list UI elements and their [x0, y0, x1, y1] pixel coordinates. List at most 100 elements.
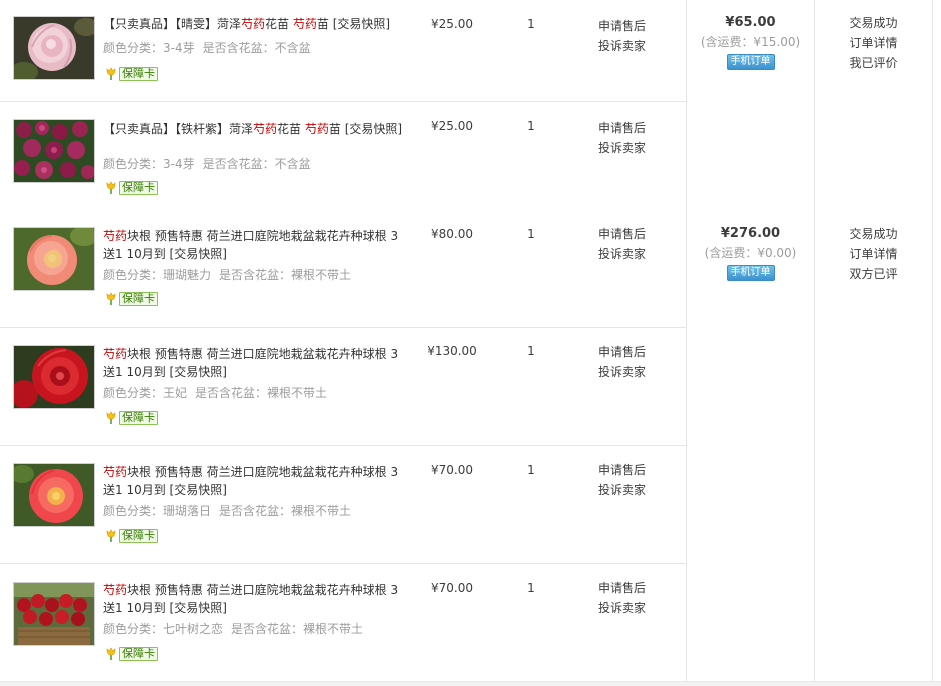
quantity: 1	[527, 17, 535, 31]
product-thumbnail[interactable]	[13, 119, 95, 183]
order-total: ¥276.00 (含运费：¥0.00) 手机订单	[687, 225, 814, 281]
sku-info: 颜色分类：七叶树之恋 是否含花盆：裸根不带土	[103, 620, 363, 638]
complain-seller-link[interactable]: 投诉卖家	[598, 598, 646, 618]
guarantee-label: 保障卡	[119, 411, 158, 425]
trade-status: 交易成功	[849, 16, 898, 30]
order-detail-link[interactable]: 订单详情	[815, 244, 932, 264]
title-text: 花苗	[277, 122, 305, 136]
product-thumbnail[interactable]	[13, 227, 95, 291]
guarantee-label: 保障卡	[119, 292, 158, 306]
apply-after-sale-link[interactable]: 申请售后	[598, 460, 646, 480]
tulip-guarantee-icon	[106, 292, 116, 305]
product-title[interactable]: 【只卖真品】【晴雯】菏泽芍药花苗 芍药苗 [交易快照]	[103, 15, 408, 33]
complain-seller-link[interactable]: 投诉卖家	[598, 36, 646, 56]
order-detail-link[interactable]: 订单详情	[815, 33, 932, 53]
order-status: 交易成功 订单详情 我已评价	[815, 13, 932, 73]
product-thumbnail[interactable]	[13, 345, 95, 409]
guarantee-label: 保障卡	[119, 181, 158, 195]
order-status: 交易成功 订单详情 双方已评	[815, 224, 932, 284]
quantity: 1	[527, 581, 535, 595]
order-2: 芍药块根 预售特惠 荷兰进口庭院地栽盆栽花卉种球根 3送1 10月到 [交易快照…	[0, 210, 941, 682]
tulip-guarantee-icon	[106, 647, 116, 660]
sku-pot: 是否含花盆：不含盆	[202, 157, 311, 171]
red-peony-photo	[14, 346, 94, 408]
title-keyword: 芍药	[292, 17, 317, 31]
sku-color: 颜色分类：王妃	[103, 386, 188, 400]
guarantee-badge[interactable]: 保障卡	[104, 647, 158, 661]
product-title[interactable]: 【只卖真品】【铁杆紫】菏泽芍药花苗 芍药苗 [交易快照]	[103, 120, 408, 138]
tulip-guarantee-icon	[106, 411, 116, 424]
unit-price: ¥80.00	[431, 227, 473, 241]
title-keyword: 芍药	[241, 17, 266, 31]
bottom-edge	[0, 681, 941, 686]
shipping-fee: (含运费：¥15.00)	[700, 35, 801, 49]
order-item: 芍药块根 预售特惠 荷兰进口庭院地栽盆栽花卉种球根 3送1 10月到 [交易快照…	[0, 210, 686, 328]
order-item: 【只卖真品】【铁杆紫】菏泽芍药花苗 芍药苗 [交易快照] 颜色分类：3-4芽 是否…	[0, 102, 686, 210]
after-sale-actions: 申请售后 投诉卖家	[598, 16, 646, 56]
total-amount: ¥276.00	[720, 226, 781, 241]
review-status-link[interactable]: 双方已评	[815, 264, 932, 284]
mobile-order-badge: 手机订单	[726, 265, 775, 281]
apply-after-sale-link[interactable]: 申请售后	[598, 16, 646, 36]
title-text: 块根 预售特惠 荷兰进口庭院地栽盆栽花卉种球根 3送1 10月到 [交易快照]	[103, 465, 399, 497]
order-total: ¥65.00 (含运费：¥15.00) 手机订单	[687, 14, 814, 70]
guarantee-badge[interactable]: 保障卡	[104, 411, 158, 425]
trade-status: 交易成功	[849, 227, 898, 241]
sku-pot: 是否含花盆：裸根不带土	[219, 268, 352, 282]
apply-after-sale-link[interactable]: 申请售后	[598, 578, 646, 598]
complain-seller-link[interactable]: 投诉卖家	[598, 244, 646, 264]
order-item: 芍药块根 预售特惠 荷兰进口庭院地栽盆栽花卉种球根 3送1 10月到 [交易快照…	[0, 328, 686, 446]
title-text: 块根 预售特惠 荷兰进口庭院地栽盆栽花卉种球根 3送1 10月到 [交易快照]	[103, 229, 399, 261]
product-title[interactable]: 芍药块根 预售特惠 荷兰进口庭院地栽盆栽花卉种球根 3送1 10月到 [交易快照…	[103, 227, 408, 263]
unit-price: ¥70.00	[431, 463, 473, 477]
complain-seller-link[interactable]: 投诉卖家	[598, 480, 646, 500]
review-status-link[interactable]: 我已评价	[815, 53, 932, 73]
guarantee-label: 保障卡	[119, 529, 158, 543]
product-title[interactable]: 芍药块根 预售特惠 荷兰进口庭院地栽盆栽花卉种球根 3送1 10月到 [交易快照…	[103, 581, 408, 617]
unit-price: ¥130.00	[427, 344, 477, 358]
sku-info: 颜色分类：珊瑚魅力 是否含花盆：裸根不带土	[103, 266, 351, 284]
divider	[932, 0, 933, 210]
guarantee-badge[interactable]: 保障卡	[104, 529, 158, 543]
shipping-fee: (含运费：¥0.00)	[704, 246, 797, 260]
guarantee-badge[interactable]: 保障卡	[104, 67, 158, 81]
title-keyword: 芍药	[103, 347, 128, 361]
product-thumbnail[interactable]	[13, 582, 95, 646]
tulip-guarantee-icon	[106, 529, 116, 542]
complain-seller-link[interactable]: 投诉卖家	[598, 362, 646, 382]
apply-after-sale-link[interactable]: 申请售后	[598, 118, 646, 138]
after-sale-actions: 申请售后 投诉卖家	[598, 342, 646, 382]
order-item: 【只卖真品】【晴雯】菏泽芍药花苗 芍药苗 [交易快照] 颜色分类：3-4芽 是否含…	[0, 0, 686, 102]
sku-color: 颜色分类：3-4芽	[103, 41, 195, 55]
tulip-guarantee-icon	[106, 67, 116, 80]
after-sale-actions: 申请售后 投诉卖家	[598, 118, 646, 158]
complain-seller-link[interactable]: 投诉卖家	[598, 138, 646, 158]
product-title[interactable]: 芍药块根 预售特惠 荷兰进口庭院地栽盆栽花卉种球根 3送1 10月到 [交易快照…	[103, 345, 408, 381]
sku-info: 颜色分类：3-4芽 是否含花盆：不含盆	[103, 155, 311, 173]
product-thumbnail[interactable]	[13, 463, 95, 527]
guarantee-badge[interactable]: 保障卡	[104, 181, 158, 195]
product-thumbnail[interactable]	[13, 16, 95, 80]
quantity: 1	[527, 119, 535, 133]
sku-color: 颜色分类：七叶树之恋	[103, 622, 224, 636]
title-text: 块根 预售特惠 荷兰进口庭院地栽盆栽花卉种球根 3送1 10月到 [交易快照]	[103, 347, 399, 379]
guarantee-label: 保障卡	[119, 647, 158, 661]
sku-info: 颜色分类：王妃 是否含花盆：裸根不带土	[103, 384, 327, 402]
mobile-order-badge: 手机订单	[726, 54, 775, 70]
unit-price: ¥25.00	[431, 119, 473, 133]
product-title[interactable]: 芍药块根 预售特惠 荷兰进口庭院地栽盆栽花卉种球根 3送1 10月到 [交易快照…	[103, 463, 408, 499]
quantity: 1	[527, 227, 535, 241]
tulip-guarantee-icon	[106, 181, 116, 194]
apply-after-sale-link[interactable]: 申请售后	[598, 342, 646, 362]
quantity: 1	[527, 463, 535, 477]
coral-peony-photo	[14, 228, 94, 290]
divider	[932, 210, 933, 682]
sku-color: 颜色分类：珊瑚落日	[103, 504, 212, 518]
unit-price: ¥70.00	[431, 581, 473, 595]
apply-after-sale-link[interactable]: 申请售后	[598, 224, 646, 244]
sku-pot: 是否含花盆：裸根不带土	[219, 504, 352, 518]
order-item: 芍药块根 预售特惠 荷兰进口庭院地栽盆栽花卉种球根 3送1 10月到 [交易快照…	[0, 446, 686, 564]
guarantee-badge[interactable]: 保障卡	[104, 292, 158, 306]
sku-pot: 是否含花盆：裸根不带土	[195, 386, 328, 400]
sku-info: 颜色分类：珊瑚落日 是否含花盆：裸根不带土	[103, 502, 351, 520]
